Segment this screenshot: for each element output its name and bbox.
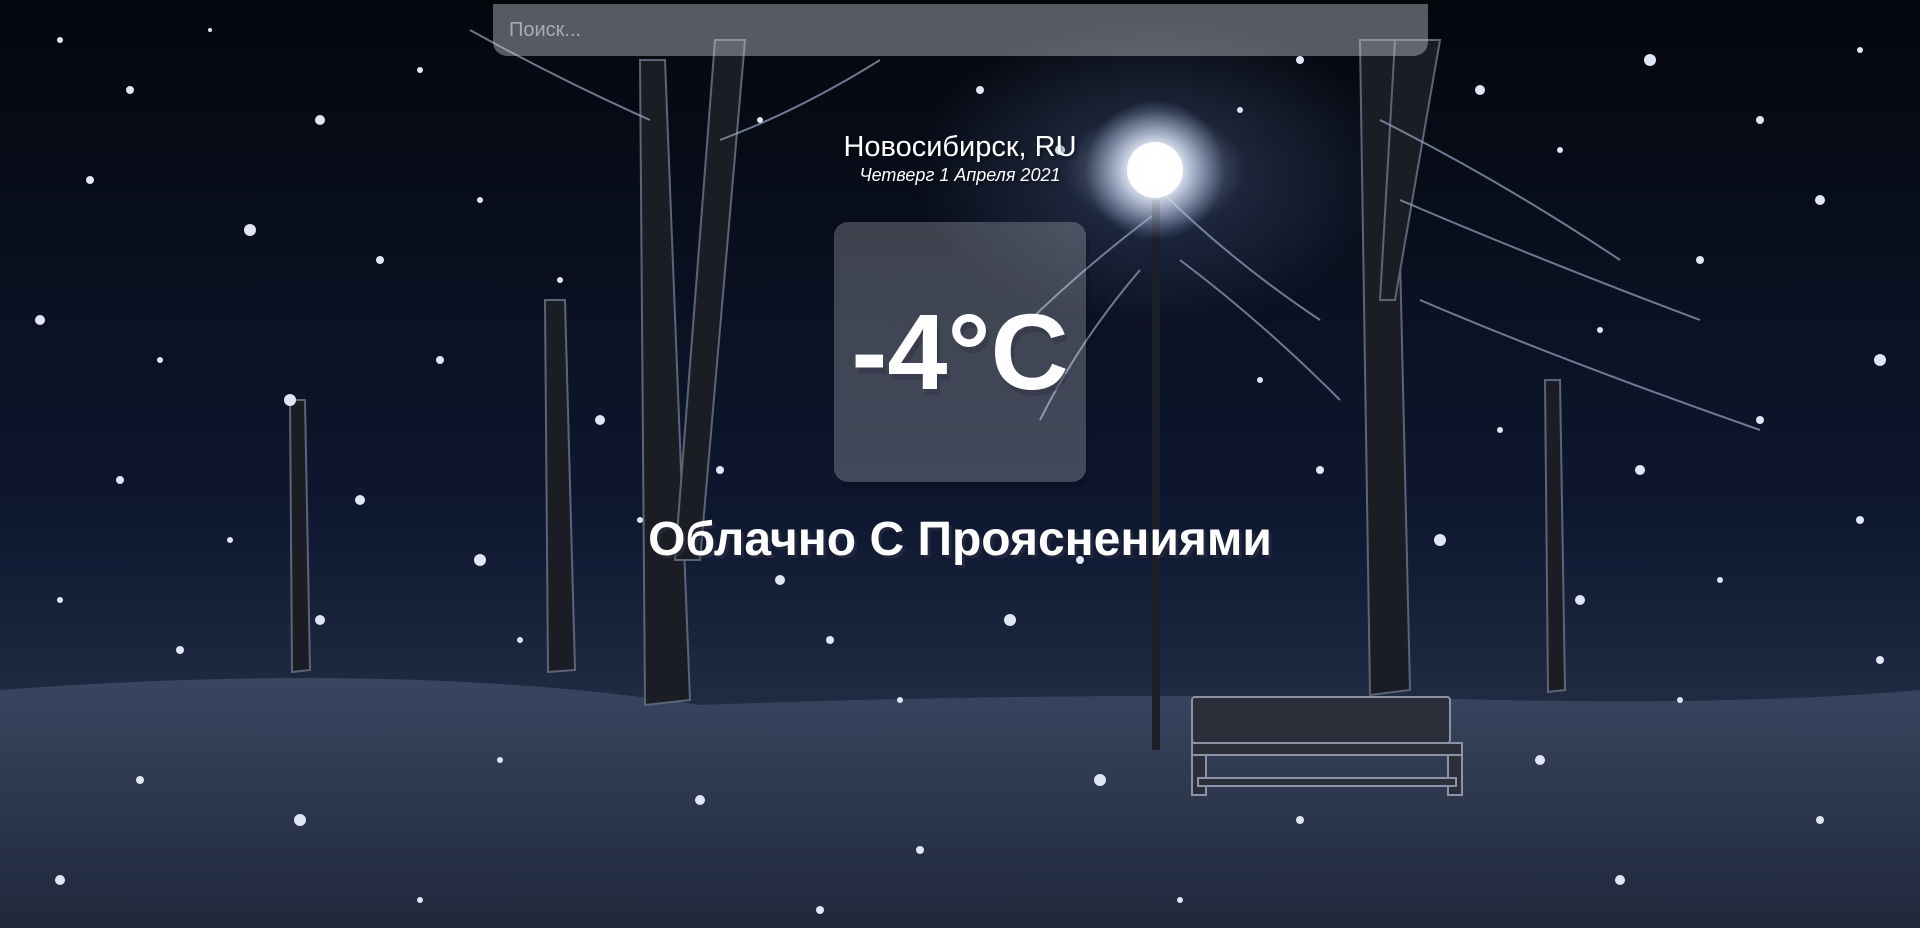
weather-app: Новосибирск, RU Четверг 1 Апреля 2021 -4… bbox=[0, 0, 1920, 928]
park-bench bbox=[1191, 696, 1463, 796]
weather-description: Облачно С Прояснениями bbox=[648, 513, 1272, 566]
temperature-box: -4°C bbox=[834, 222, 1086, 482]
snow-ground bbox=[0, 678, 1920, 928]
current-date: Четверг 1 Апреля 2021 bbox=[859, 165, 1061, 185]
temperature-value: -4°C bbox=[851, 291, 1069, 412]
city-name: Новосибирск, RU bbox=[843, 131, 1077, 163]
location-box: Новосибирск, RU Четверг 1 Апреля 2021 bbox=[760, 130, 1160, 186]
search-input[interactable] bbox=[493, 4, 1428, 56]
search-bar bbox=[493, 4, 1428, 56]
lamp-post bbox=[1152, 200, 1160, 750]
